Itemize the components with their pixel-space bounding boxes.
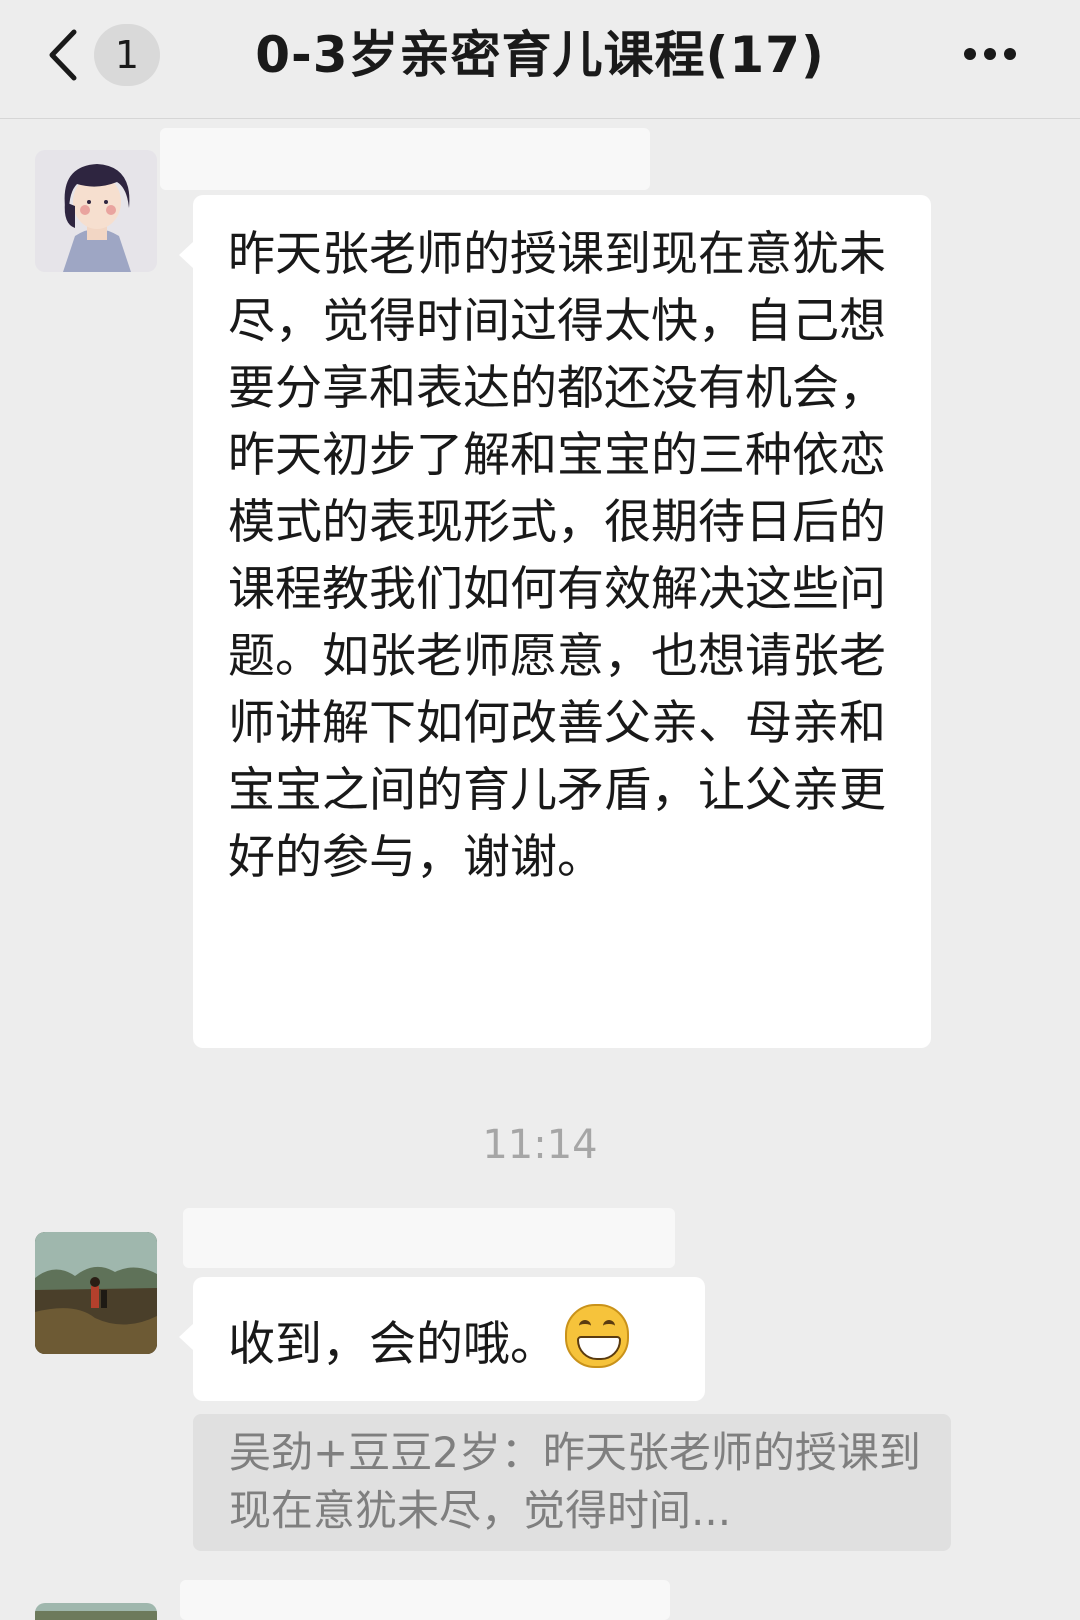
message-text: 收到，会的哦。 bbox=[228, 1317, 557, 1372]
quoted-message[interactable]: 吴劲+豆豆2岁：昨天张老师的授课到现在意犹未尽，觉得时间... bbox=[193, 1414, 951, 1551]
chat-header: 1 0-3岁亲密育儿课程(17) bbox=[0, 0, 1080, 119]
grinning-face-icon bbox=[565, 1304, 629, 1368]
more-dot-icon bbox=[984, 48, 996, 60]
sender-name-redacted bbox=[160, 128, 650, 190]
more-dot-icon bbox=[1004, 48, 1016, 60]
message-bubble[interactable]: 昨天张老师的授课到现在意犹未尽，觉得时间过得太快，自己想要分享和表达的都还没有机… bbox=[179, 195, 931, 1048]
landscape-avatar-icon bbox=[35, 1232, 157, 1354]
message-text: 昨天张老师的授课到现在意犹未尽，觉得时间过得太快，自己想要分享和表达的都还没有机… bbox=[228, 227, 886, 885]
sender-name-redacted bbox=[183, 1208, 675, 1268]
message-bubble[interactable]: 收到，会的哦。 bbox=[179, 1277, 705, 1401]
avatar[interactable] bbox=[35, 1603, 157, 1620]
chevron-left-icon bbox=[49, 29, 77, 81]
quoted-message-text: 吴劲+豆豆2岁：昨天张老师的授课到现在意犹未尽，觉得时间... bbox=[229, 1428, 921, 1535]
avatar[interactable] bbox=[35, 1232, 157, 1354]
sender-name-redacted bbox=[180, 1580, 670, 1620]
landscape-avatar-icon bbox=[35, 1603, 157, 1620]
message-timestamp: 11:14 bbox=[482, 1122, 598, 1168]
chat-screen: 1 0-3岁亲密育儿课程(17) 昨天张老师的授课到现在意犹未尽，觉得时间过得太… bbox=[0, 0, 1080, 1620]
girl-avatar-icon bbox=[35, 150, 157, 272]
back-button[interactable] bbox=[40, 20, 90, 90]
unread-count-badge[interactable]: 1 bbox=[94, 24, 160, 86]
avatar[interactable] bbox=[35, 150, 157, 272]
more-dot-icon bbox=[964, 48, 976, 60]
chat-title: 0-3岁亲密育儿课程(17) bbox=[255, 26, 825, 84]
more-options-button[interactable] bbox=[960, 36, 1030, 72]
